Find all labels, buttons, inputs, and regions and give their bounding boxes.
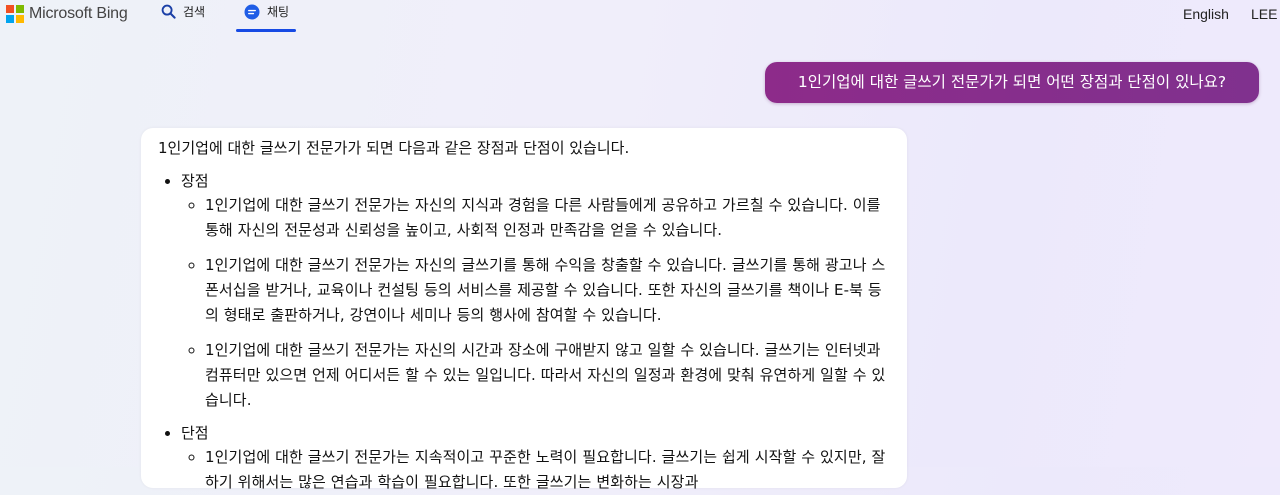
logo-square-blue xyxy=(6,15,14,23)
user-account[interactable]: LEE xyxy=(1251,6,1277,22)
list-item: 1인기업에 대한 글쓰기 전문가는 자신의 글쓰기를 통해 수익을 창출할 수 … xyxy=(205,253,889,328)
section-pros: 장점 1인기업에 대한 글쓰기 전문가는 자신의 지식과 경험을 다른 사람들에… xyxy=(181,171,889,413)
search-icon xyxy=(161,4,176,19)
list-item: 1인기업에 대한 글쓰기 전문가는 자신의 지식과 경험을 다른 사람들에게 공… xyxy=(205,193,889,243)
bot-response-card: 1인기업에 대한 글쓰기 전문가가 되면 다음과 같은 장점과 단점이 있습니다… xyxy=(141,128,907,491)
chat-icon xyxy=(244,4,260,20)
language-switch[interactable]: English xyxy=(1183,6,1229,22)
active-tab-indicator xyxy=(236,29,296,32)
tab-search-label: 검색 xyxy=(183,5,206,19)
logo-square-yellow xyxy=(16,15,24,23)
top-bar: Microsoft Bing 검색 채팅 English LEE xyxy=(0,0,1280,34)
bing-logo[interactable]: Microsoft Bing xyxy=(6,5,128,23)
tab-search[interactable]: 검색 xyxy=(161,3,205,20)
tab-chat[interactable]: 채팅 xyxy=(244,3,289,20)
list-item: 1인기업에 대한 글쓰기 전문가는 지속적이고 꾸준한 노력이 필요합니다. 글… xyxy=(205,445,889,495)
cons-list: 1인기업에 대한 글쓰기 전문가는 지속적이고 꾸준한 노력이 필요합니다. 글… xyxy=(181,445,889,495)
response-sections: 장점 1인기업에 대한 글쓰기 전문가는 자신의 지식과 경험을 다른 사람들에… xyxy=(158,171,889,495)
list-item: 1인기업에 대한 글쓰기 전문가는 자신의 시간과 장소에 구애받지 않고 일할… xyxy=(205,338,889,413)
section-title: 단점 xyxy=(181,424,209,442)
logo-square-red xyxy=(6,5,14,13)
microsoft-logo-icon xyxy=(6,5,24,23)
section-title: 장점 xyxy=(181,172,209,190)
logo-square-green xyxy=(16,5,24,13)
tab-chat-label: 채팅 xyxy=(267,5,290,19)
pros-list: 1인기업에 대한 글쓰기 전문가는 자신의 지식과 경험을 다른 사람들에게 공… xyxy=(181,193,889,413)
section-cons: 단점 1인기업에 대한 글쓰기 전문가는 지속적이고 꾸준한 노력이 필요합니다… xyxy=(181,423,889,495)
response-intro: 1인기업에 대한 글쓰기 전문가가 되면 다음과 같은 장점과 단점이 있습니다… xyxy=(158,139,630,157)
user-message-bubble: 1인기업에 대한 글쓰기 전문가가 되면 어떤 장점과 단점이 있나요? xyxy=(765,62,1259,103)
brand-name: Microsoft Bing xyxy=(29,5,128,22)
